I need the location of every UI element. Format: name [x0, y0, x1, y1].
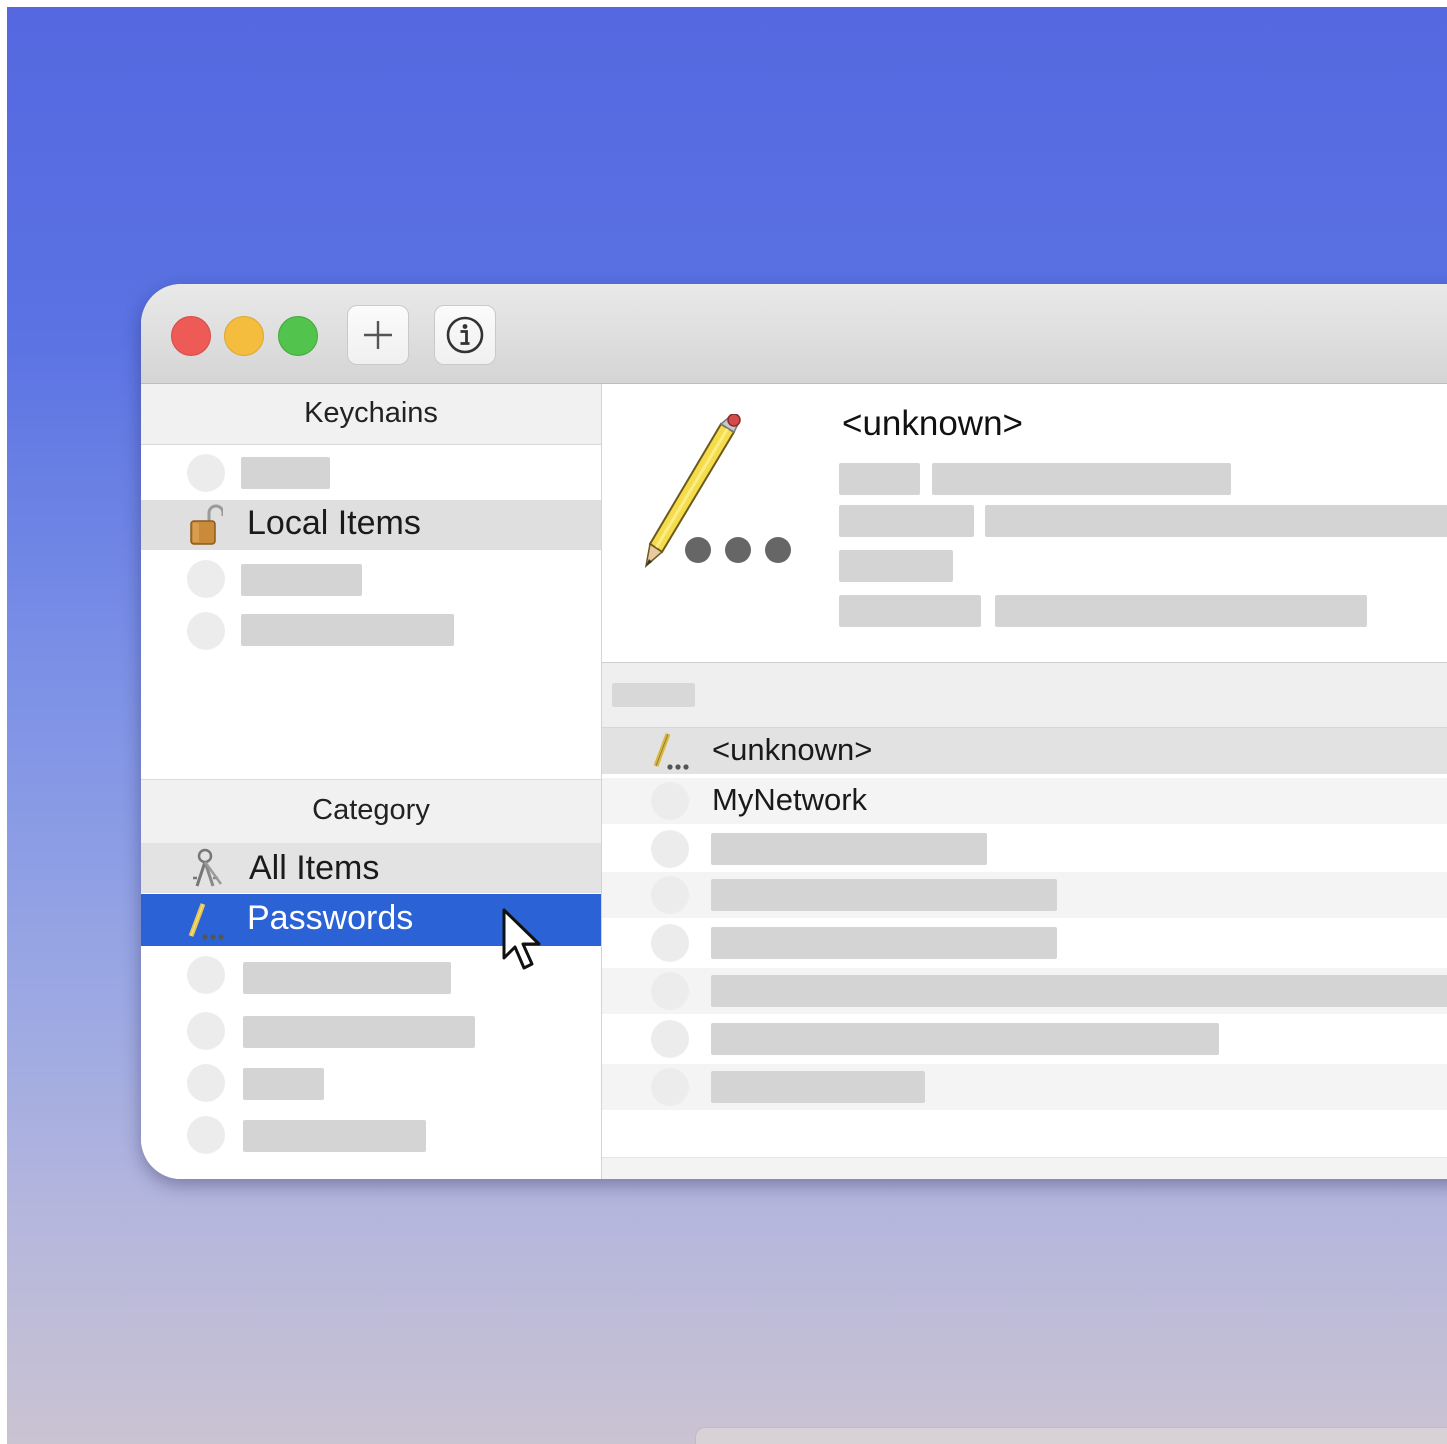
title-bar: [141, 284, 1447, 384]
placeholder-text: [241, 457, 330, 489]
keys-icon: [193, 848, 223, 887]
placeholder-text: [711, 975, 1447, 1007]
placeholder-text: [995, 595, 1367, 627]
list-item-label: MyNetwork: [712, 782, 868, 817]
placeholder-text: [711, 1071, 925, 1103]
keychain-item-label: Local Items: [247, 504, 421, 542]
placeholder-icon: [651, 924, 689, 962]
placeholder-text: [839, 463, 920, 495]
placeholder-text: [243, 1016, 475, 1048]
add-item-button[interactable]: [347, 305, 409, 365]
keychains-header: Keychains: [141, 384, 601, 445]
placeholder-icon: [651, 972, 689, 1010]
password-pencil-icon: [653, 733, 689, 770]
placeholder-icon: [651, 876, 689, 914]
detail-title: <unknown>: [842, 404, 1023, 443]
keychain-item-local-items[interactable]: Local Items: [141, 500, 601, 550]
placeholder-icon: [187, 1064, 225, 1102]
list-footer: [602, 1157, 1447, 1179]
category-item[interactable]: [141, 1112, 601, 1162]
placeholder-icon: [187, 454, 225, 492]
category-item-label: All Items: [249, 849, 380, 887]
category-item[interactable]: [141, 1060, 601, 1110]
plus-icon: [364, 321, 392, 349]
placeholder-icon: [651, 830, 689, 868]
close-button[interactable]: [171, 316, 211, 356]
list-item[interactable]: [602, 1016, 1447, 1062]
placeholder-icon: [651, 1068, 689, 1106]
placeholder-icon: [187, 956, 225, 994]
minimize-button[interactable]: [224, 316, 264, 356]
placeholder-icon: [187, 1116, 225, 1154]
keychain-item[interactable]: [141, 606, 601, 656]
mouse-cursor-icon: [502, 908, 541, 970]
placeholder-icon: [187, 612, 225, 650]
placeholder-text: [243, 962, 451, 994]
info-icon: [446, 316, 484, 354]
placeholder-text: [839, 505, 974, 537]
placeholder-text: [711, 927, 1057, 959]
password-pencil-icon: [644, 414, 791, 568]
placeholder-text: [711, 879, 1057, 911]
content-pane: <unknown> <unknown> MyNetwork: [602, 384, 1447, 1179]
list-item-label: <unknown>: [712, 732, 873, 767]
placeholder-text: [711, 1023, 1219, 1055]
sidebar: Keychains Local Items Category All Items…: [141, 384, 602, 1179]
placeholder-text: [839, 550, 953, 582]
placeholder-text: [243, 1120, 426, 1152]
placeholder-icon: [187, 560, 225, 598]
list-header: [602, 662, 1447, 728]
column-header-placeholder[interactable]: [612, 683, 695, 707]
placeholder-text: [241, 564, 362, 596]
placeholder-icon: [651, 782, 689, 820]
list-item[interactable]: [602, 872, 1447, 918]
list-item-unknown[interactable]: <unknown>: [602, 728, 1447, 774]
placeholder-text: [241, 614, 454, 646]
list-item-mynetwork[interactable]: MyNetwork: [602, 778, 1447, 824]
password-pencil-icon: [188, 903, 224, 940]
placeholder-text: [711, 833, 987, 865]
category-header: Category: [141, 779, 601, 844]
list-item[interactable]: [602, 968, 1447, 1014]
keychain-item[interactable]: [141, 446, 601, 498]
placeholder-text: [932, 463, 1231, 495]
placeholder-text: [839, 595, 981, 627]
get-info-button[interactable]: [434, 305, 496, 365]
unlocked-padlock-icon: [190, 504, 223, 545]
placeholder-icon: [187, 1012, 225, 1050]
keychain-access-window: Keychains Local Items Category All Items…: [141, 284, 1447, 1179]
zoom-button[interactable]: [278, 316, 318, 356]
list-item[interactable]: [602, 1064, 1447, 1110]
placeholder-text: [985, 505, 1447, 537]
category-item-label: Passwords: [247, 899, 414, 937]
background-window-edge: [695, 1427, 1447, 1444]
category-item-all-items[interactable]: All Items: [141, 843, 601, 893]
category-item[interactable]: [141, 1008, 601, 1058]
placeholder-icon: [651, 1020, 689, 1058]
list-item[interactable]: [602, 826, 1447, 872]
placeholder-text: [243, 1068, 324, 1100]
list-item[interactable]: [602, 920, 1447, 966]
keychain-item[interactable]: [141, 554, 601, 604]
